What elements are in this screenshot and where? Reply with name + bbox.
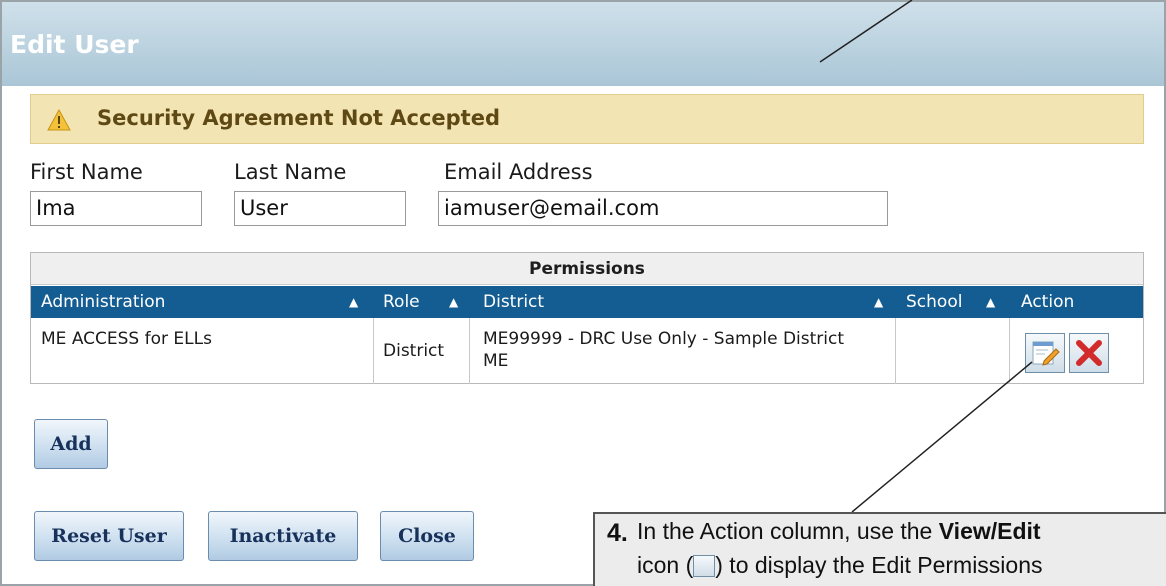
alert-text: Security Agreement Not Accepted (97, 106, 500, 130)
callout-text: In the Action column, use the (637, 518, 939, 544)
cell-district-line1: ME99999 - DRC Use Only - Sample District (483, 329, 845, 349)
close-button[interactable]: Close (380, 511, 474, 561)
sort-arrow-icon[interactable]: ▲ (986, 286, 995, 318)
sort-arrow-icon[interactable]: ▲ (349, 286, 358, 318)
warning-icon (47, 109, 71, 131)
last-name-label: Last Name (234, 160, 347, 184)
permissions-header-row: Administration ▲ Role ▲ District ▲ Schoo… (31, 286, 1143, 318)
inactivate-button[interactable]: Inactivate (208, 511, 358, 561)
add-button[interactable]: Add (34, 419, 108, 469)
cell-administration: ME ACCESS for ELLs (41, 329, 212, 349)
column-header-administration[interactable]: Administration (41, 286, 165, 318)
column-divider (469, 318, 470, 384)
column-divider (895, 318, 896, 384)
callout-step-number: 4. (607, 519, 628, 547)
dialog-title: Edit User (10, 30, 139, 59)
edit-user-dialog: Edit User Security Agreement Not Accepte… (0, 0, 1166, 586)
permissions-grid: Permissions Administration ▲ Role ▲ Dist… (30, 252, 1144, 384)
red-x-icon (1076, 340, 1102, 366)
email-field[interactable]: iamuser@email.com (438, 191, 888, 226)
last-name-field[interactable]: User (234, 191, 406, 226)
sort-arrow-icon[interactable]: ▲ (449, 286, 458, 318)
first-name-label: First Name (30, 160, 143, 184)
callout-line-1: In the Action column, use the View/Edit (637, 518, 1041, 545)
delete-icon[interactable] (1069, 333, 1109, 373)
column-header-school[interactable]: School (906, 286, 962, 318)
callout-text: ) to display the Edit Permissions (715, 552, 1043, 578)
column-header-district[interactable]: District (483, 286, 544, 318)
column-divider (1009, 318, 1010, 384)
cell-role: District (383, 341, 445, 361)
reset-user-button[interactable]: Reset User (34, 511, 184, 561)
view-edit-icon (693, 555, 716, 577)
column-header-role[interactable]: Role (383, 286, 420, 318)
column-header-action: Action (1021, 292, 1075, 312)
permissions-title: Permissions (31, 253, 1143, 285)
first-name-field[interactable]: Ima (30, 191, 202, 226)
sort-arrow-icon[interactable]: ▲ (874, 286, 883, 318)
edit-pencil-icon (1032, 341, 1060, 366)
column-divider (373, 318, 374, 384)
view-edit-icon[interactable] (1025, 333, 1065, 373)
callout-text: icon ( (637, 552, 694, 578)
dialog-titlebar: Edit User (2, 2, 1164, 86)
callout-bold-text: View/Edit (938, 518, 1041, 544)
callout-line-2: icon ( ) to display the Edit Permissions (637, 552, 1043, 579)
instruction-callout: 4. In the Action column, use the View/Ed… (593, 512, 1166, 586)
security-agreement-alert: Security Agreement Not Accepted (30, 94, 1144, 144)
email-label: Email Address (444, 160, 593, 184)
cell-district-line2: ME (483, 351, 509, 371)
